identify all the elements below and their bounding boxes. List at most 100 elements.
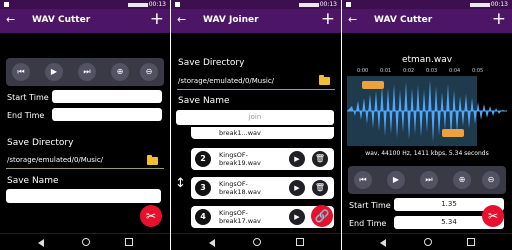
- plus-icon[interactable]: +: [492, 9, 506, 29]
- save-directory-label: Save Directory: [7, 138, 74, 148]
- arrow-back-icon[interactable]: ←: [348, 13, 357, 26]
- item-number: 4: [195, 209, 211, 225]
- nav-recents-icon[interactable]: [296, 238, 304, 246]
- nav-back-icon[interactable]: [209, 239, 215, 247]
- divider: [177, 89, 335, 90]
- navigation-bar: [342, 233, 512, 250]
- trash-icon[interactable]: 🗑: [312, 180, 328, 196]
- nav-back-icon[interactable]: [38, 239, 44, 247]
- navigation-bar: [0, 233, 170, 250]
- skip-next-icon[interactable]: ⏭: [78, 63, 96, 81]
- timeline-tick: 0:02: [403, 68, 415, 74]
- drag-handle-icon[interactable]: ↕: [175, 176, 186, 191]
- list-item[interactable]: 2 KingsOF-break19.wav ▶ 🗑: [191, 148, 334, 170]
- zoom-in-icon[interactable]: ⊕: [453, 171, 471, 189]
- status-bar: 00:13: [0, 0, 170, 9]
- item-number: 3: [195, 180, 211, 196]
- audio-info: wav, 44100 Hz, 1411 kbps, 5.34 seconds: [365, 150, 489, 157]
- status-time: 00:13: [148, 1, 166, 8]
- file-name: KingsOF-break18.wav: [219, 180, 261, 196]
- end-time-input[interactable]: [52, 108, 162, 121]
- nav-recents-icon[interactable]: [467, 238, 475, 246]
- arrow-back-icon[interactable]: ←: [6, 13, 15, 26]
- start-time-label: Start Time: [349, 201, 391, 210]
- nav-back-icon[interactable]: [380, 239, 386, 247]
- app-title: WAV Cutter: [32, 15, 91, 25]
- signal-icon: [128, 2, 148, 7]
- app-title: WAV Joiner: [203, 15, 259, 25]
- timeline-tick: 0:03: [426, 68, 438, 74]
- navigation-bar: [171, 233, 341, 250]
- status-bar: 00:13: [342, 0, 512, 9]
- join-button[interactable]: 🔗: [311, 205, 333, 227]
- nav-home-icon[interactable]: [424, 238, 432, 246]
- save-name-label: Save Name: [178, 96, 230, 106]
- end-marker-handle[interactable]: [442, 129, 464, 137]
- notification-icon: [175, 2, 180, 7]
- timeline-tick: 0:05: [472, 68, 484, 74]
- cut-button[interactable]: ✂: [140, 205, 162, 227]
- notification-icon: [346, 2, 351, 7]
- play-icon[interactable]: ▶: [289, 151, 305, 167]
- playback-controls: ⏮ ▶ ⏭ ⊕ ⊖: [6, 58, 164, 86]
- timeline-tick: 0:00: [357, 68, 369, 74]
- status-time: 00:13: [319, 1, 337, 8]
- plus-icon[interactable]: +: [150, 9, 164, 29]
- folder-icon[interactable]: [319, 75, 330, 85]
- link-icon: 🔗: [314, 209, 330, 223]
- nav-home-icon[interactable]: [253, 238, 261, 246]
- waveform[interactable]: [342, 76, 512, 146]
- zoom-out-icon[interactable]: ⊖: [140, 63, 158, 81]
- app-bar: ← WAV Cutter +: [0, 9, 170, 33]
- start-marker-handle[interactable]: [362, 81, 384, 89]
- zoom-out-icon[interactable]: ⊖: [482, 171, 500, 189]
- signal-icon: [299, 2, 319, 7]
- skip-previous-icon[interactable]: ⏮: [12, 63, 30, 81]
- status-time: 00:13: [490, 1, 508, 8]
- notification-icon: [4, 2, 9, 7]
- play-icon[interactable]: ▶: [45, 63, 63, 81]
- status-bar: 00:13: [171, 0, 341, 9]
- zoom-in-icon[interactable]: ⊕: [111, 63, 129, 81]
- plus-icon[interactable]: +: [321, 9, 335, 29]
- start-time-input[interactable]: [52, 90, 162, 103]
- wav-joiner-screen: 00:13 ← WAV Joiner + Save Directory /sto…: [171, 0, 341, 250]
- timeline-tick: 0:01: [380, 68, 392, 74]
- scissors-icon: ✂: [145, 209, 157, 223]
- nav-home-icon[interactable]: [82, 238, 90, 246]
- trash-icon[interactable]: 🗑: [312, 151, 328, 167]
- wav-cutter-screen: 00:13 ← WAV Cutter + ⏮ ▶ ⏭ ⊕ ⊖ Start Tim…: [0, 0, 170, 250]
- cut-button[interactable]: ✂: [482, 205, 504, 227]
- folder-icon[interactable]: [147, 155, 158, 165]
- file-name: KingsOF-break17.wav: [219, 209, 261, 225]
- timeline: 0:00 0:01 0:02 0:03 0:04 0:05: [347, 68, 507, 76]
- play-icon[interactable]: ▶: [289, 180, 305, 196]
- file-name: break1...wav: [219, 129, 261, 137]
- save-directory-path[interactable]: /storage/emulated/0/Music/: [7, 156, 103, 164]
- list-item[interactable]: break1...wav: [191, 127, 334, 139]
- save-directory-path[interactable]: /storage/emulated/0/Music/: [178, 77, 274, 85]
- list-item[interactable]: 3 KingsOF-break18.wav ▶ 🗑: [191, 177, 334, 199]
- end-time-label: End Time: [349, 219, 387, 228]
- save-name-label: Save Name: [7, 176, 59, 186]
- app-bar: ← WAV Joiner +: [171, 9, 341, 33]
- join-name-input[interactable]: join: [176, 110, 334, 125]
- save-name-input[interactable]: [6, 189, 161, 203]
- play-icon[interactable]: ▶: [289, 209, 305, 225]
- file-name: KingsOF-break19.wav: [219, 151, 261, 167]
- item-number: 2: [195, 151, 211, 167]
- timeline-tick: 0:04: [449, 68, 461, 74]
- app-title: WAV Cutter: [374, 15, 433, 25]
- start-time-label: Start Time: [7, 93, 49, 102]
- play-icon[interactable]: ▶: [387, 171, 405, 189]
- nav-recents-icon[interactable]: [125, 238, 133, 246]
- skip-previous-icon[interactable]: ⏮: [354, 171, 372, 189]
- arrow-back-icon[interactable]: ←: [177, 13, 186, 26]
- file-name: etman.wav: [401, 55, 453, 65]
- skip-next-icon[interactable]: ⏭: [420, 171, 438, 189]
- end-time-label: End Time: [7, 111, 45, 120]
- scissors-icon: ✂: [487, 209, 499, 223]
- app-bar: ← WAV Cutter +: [342, 9, 512, 33]
- signal-icon: [470, 2, 490, 7]
- wav-cutter-editor-screen: 00:13 ← WAV Cutter + etman.wav 0:00 0:01…: [342, 0, 512, 250]
